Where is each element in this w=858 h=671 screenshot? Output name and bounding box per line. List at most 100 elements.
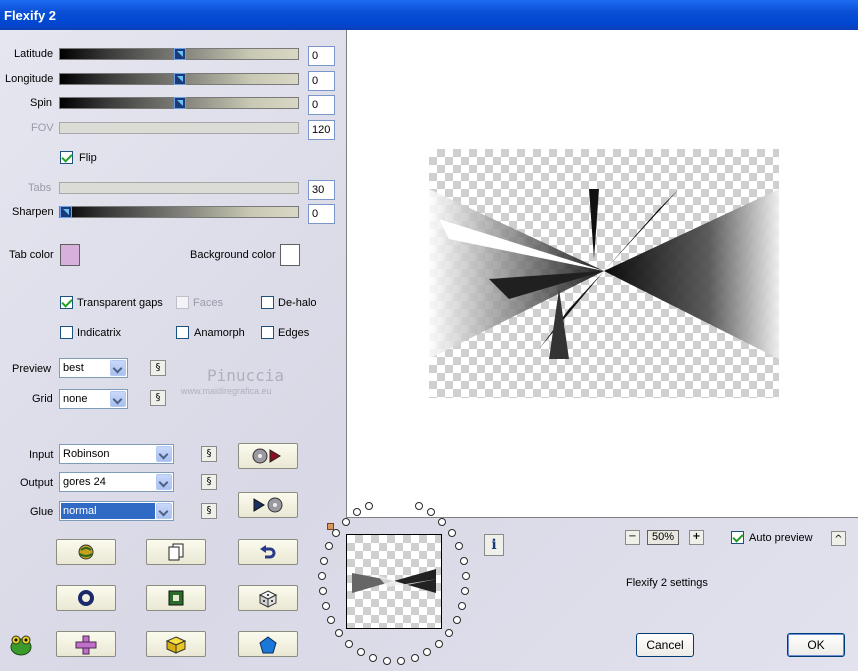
glue-dropdown-value: normal [61, 503, 155, 519]
input-label: Input [29, 449, 54, 461]
faces-checkbox [176, 296, 189, 309]
input-dropdown[interactable]: Robinson [59, 444, 174, 464]
tab-color-swatch[interactable] [60, 244, 80, 266]
ring-dot [396, 656, 405, 665]
fov-field[interactable]: 120 [308, 120, 335, 140]
background-color-swatch[interactable] [280, 244, 300, 266]
flip-label: Flip [79, 152, 97, 164]
ring-dot [461, 571, 470, 580]
watermark-site: www.maidiregrafica.eu [181, 386, 272, 396]
undo-button[interactable] [238, 539, 298, 565]
ring-dot [332, 529, 341, 538]
auto-preview-checkbox[interactable] [731, 531, 744, 544]
latitude-slider-thumb[interactable] [174, 48, 186, 60]
chevron-down-icon[interactable] [110, 360, 126, 376]
input-randomize-button[interactable]: § [201, 446, 217, 462]
de-halo-checkbox[interactable] [261, 296, 274, 309]
transparent-gaps-label: Transparent gaps [77, 297, 163, 309]
copy-button[interactable] [146, 539, 206, 565]
main-preview[interactable] [346, 30, 858, 518]
spin-slider[interactable] [59, 97, 299, 109]
preview-randomize-button[interactable]: § [150, 360, 166, 376]
ring-dot [325, 542, 334, 551]
sharpen-slider-thumb[interactable] [60, 206, 72, 218]
tabs-field[interactable]: 30 [308, 180, 335, 200]
ring-dot [383, 656, 392, 665]
output-label: Output [20, 477, 54, 489]
longitude-field[interactable]: 0 [308, 71, 335, 91]
anamorph-label: Anamorph [194, 327, 245, 339]
frog-icon[interactable] [8, 632, 34, 661]
chevron-down-icon[interactable] [156, 474, 172, 490]
random-button[interactable] [238, 585, 298, 611]
ring-dot [461, 587, 470, 596]
output-dropdown[interactable]: gores 24 [59, 472, 174, 492]
grid-randomize-button[interactable]: § [150, 390, 166, 406]
frame-tool-button[interactable] [146, 585, 206, 611]
glue-label: Glue [30, 506, 54, 518]
glue-randomize-button[interactable]: § [201, 503, 217, 519]
background-color-label: Background color [190, 249, 276, 261]
output-randomize-button[interactable]: § [201, 474, 217, 490]
latitude-field[interactable]: 0 [308, 46, 335, 66]
ring-dot [321, 602, 330, 611]
transparent-gaps-checkbox[interactable] [60, 296, 73, 309]
settings-name: Flexify 2 settings [626, 577, 708, 589]
chevron-down-icon[interactable] [110, 391, 126, 407]
ring-dot [318, 587, 327, 596]
ring-dot [341, 517, 350, 526]
plus-blocks-icon [75, 635, 97, 655]
sharpen-slider[interactable] [59, 206, 299, 218]
flip-checkbox[interactable] [60, 151, 73, 164]
latitude-slider[interactable] [59, 48, 299, 60]
ring-icon [78, 590, 94, 606]
circle-tool-button[interactable] [56, 585, 116, 611]
ring-dot [335, 628, 344, 637]
ok-button[interactable]: OK [787, 633, 845, 657]
indicatrix-label: Indicatrix [77, 327, 122, 339]
ring-dot [318, 571, 327, 580]
watermark-name: Pinuccia [207, 366, 285, 385]
anamorph-checkbox[interactable] [176, 326, 189, 339]
cube-tool-button[interactable] [146, 631, 206, 657]
sharpen-field[interactable]: 0 [308, 204, 335, 224]
de-halo-label: De-halo [278, 297, 317, 309]
transfer-out-button[interactable] [238, 443, 298, 469]
ring-dot [369, 653, 378, 662]
ring-dot [356, 647, 365, 656]
ring-dot [423, 647, 432, 656]
fov-label: FOV [31, 122, 54, 134]
ring-dot [454, 542, 463, 551]
cancel-button[interactable]: Cancel [636, 633, 694, 657]
chevron-down-icon[interactable] [156, 503, 172, 519]
transfer-in-button[interactable] [238, 492, 298, 518]
ring-dot [410, 653, 419, 662]
title-bar: Flexify 2 [0, 0, 858, 30]
pentagon-tool-button[interactable] [238, 631, 298, 657]
grid-dropdown[interactable]: none [59, 389, 128, 409]
auto-preview-label: Auto preview [749, 532, 813, 544]
zoom-in-button[interactable]: + [689, 530, 704, 545]
cross-tool-button[interactable] [56, 631, 116, 657]
spin-slider-thumb[interactable] [174, 97, 186, 109]
ring-dot [320, 556, 329, 565]
glue-dropdown[interactable]: normal [59, 501, 174, 521]
page-icon [168, 543, 184, 561]
longitude-slider[interactable] [59, 73, 299, 85]
info-button[interactable]: i [484, 534, 504, 556]
load-preset-button[interactable] [56, 539, 116, 565]
longitude-slider-thumb[interactable] [174, 73, 186, 85]
zoom-out-button[interactable]: − [625, 530, 640, 545]
preview-dropdown[interactable]: best [59, 358, 128, 378]
spin-label: Spin [30, 97, 53, 109]
preview-label: Preview [12, 363, 52, 375]
ring-dot [414, 501, 423, 510]
spin-field[interactable]: 0 [308, 95, 335, 115]
preview-image [429, 149, 779, 398]
window-title: Flexify 2 [4, 8, 57, 23]
navigator-thumbnail[interactable] [346, 534, 442, 629]
edges-checkbox[interactable] [261, 326, 274, 339]
chevron-down-icon[interactable] [156, 446, 172, 462]
indicatrix-checkbox[interactable] [60, 326, 73, 339]
collapse-button[interactable]: ^ [831, 531, 846, 546]
